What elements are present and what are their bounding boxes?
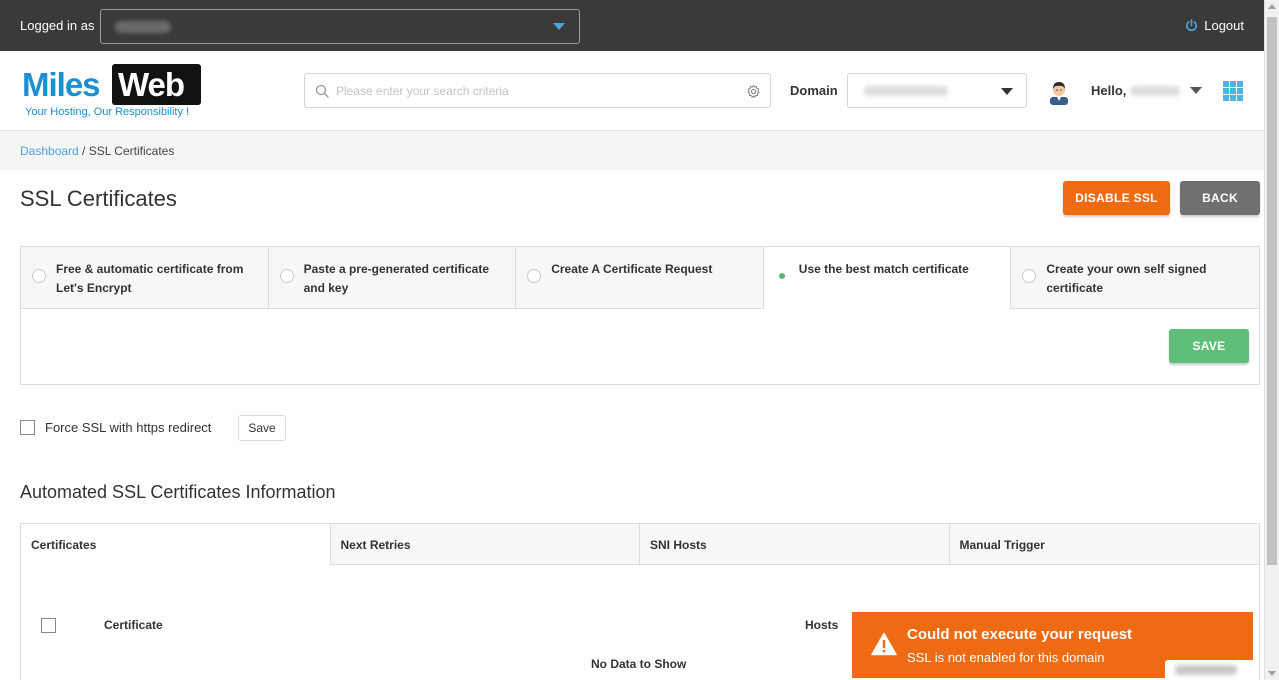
- column-header-certificate: Certificate: [104, 618, 163, 632]
- option-label: Create A Certificate Request: [551, 262, 713, 276]
- option-radio-selected[interactable]: [775, 269, 789, 283]
- toast-message: SSL is not enabled for this domain: [907, 650, 1105, 665]
- breadcrumb-dashboard-link[interactable]: Dashboard: [20, 144, 79, 158]
- breadcrumb: Dashboard / SSL Certificates: [20, 144, 174, 158]
- option-certificate-request[interactable]: Create A Certificate Request: [516, 247, 764, 309]
- account-name-redacted: [115, 21, 171, 33]
- option-radio[interactable]: [279, 269, 294, 283]
- search-input[interactable]: [336, 80, 736, 102]
- tab-certificates[interactable]: Certificates: [21, 524, 331, 565]
- empty-table-message: No Data to Show: [591, 657, 687, 671]
- force-ssl-checkbox[interactable]: [20, 420, 35, 435]
- option-paste-certificate[interactable]: Paste a pre-generated certificate and ke…: [268, 247, 517, 309]
- toast-overlay-redacted: [1165, 660, 1253, 678]
- force-ssl-label: Force SSL with https redirect: [45, 420, 212, 435]
- breadcrumb-bar: Dashboard / SSL Certificates: [0, 131, 1264, 170]
- option-label: Use the best match certificate: [798, 262, 969, 276]
- logged-in-label: Logged in as: [20, 18, 95, 33]
- domain-label: Domain: [790, 83, 838, 98]
- page-scrollbar[interactable]: [1264, 0, 1279, 680]
- option-radio[interactable]: [32, 269, 46, 283]
- scroll-up-icon[interactable]: [1268, 4, 1276, 9]
- logo-text-web: Web: [118, 66, 185, 103]
- option-radio[interactable]: [527, 269, 542, 283]
- automated-ssl-tabs: Certificates Next Retries SNI Hosts Manu…: [21, 524, 1259, 565]
- option-self-signed[interactable]: Create your own self signed certificate: [1011, 247, 1259, 309]
- apps-grid-icon[interactable]: [1223, 81, 1243, 101]
- tab-manual-trigger[interactable]: Manual Trigger: [949, 524, 1259, 565]
- logo-tagline: Your Hosting, Our Responsibility !: [25, 106, 190, 118]
- option-lets-encrypt[interactable]: Free & automatic certificate from Let's …: [21, 247, 269, 309]
- top-bar: Logged in as Logout: [0, 0, 1264, 51]
- force-ssl-save-button[interactable]: Save: [238, 415, 286, 441]
- toast-title: Could not execute your request: [907, 626, 1133, 643]
- warning-icon: [871, 632, 897, 656]
- back-button[interactable]: BACK: [1180, 181, 1260, 215]
- user-name-redacted: [1130, 86, 1180, 96]
- header: Miles Web Your Hosting, Our Responsibili…: [0, 51, 1264, 131]
- gear-icon[interactable]: [746, 84, 761, 99]
- certificate-option-tabs: Free & automatic certificate from Let's …: [21, 247, 1259, 309]
- search-icon: [315, 84, 329, 98]
- power-icon: [1186, 19, 1198, 32]
- error-toast[interactable]: Could not execute your request SSL is no…: [852, 612, 1253, 678]
- option-best-match[interactable]: Use the best match certificate: [763, 247, 1012, 309]
- avatar-icon[interactable]: [1047, 79, 1071, 105]
- disable-ssl-button[interactable]: DISABLE SSL: [1063, 181, 1170, 215]
- certificate-options-panel: Free & automatic certificate from Let's …: [20, 246, 1260, 385]
- option-label: Free & automatic certificate from Let's …: [56, 262, 244, 295]
- chevron-down-icon: [1001, 88, 1013, 95]
- search-box: [304, 73, 771, 108]
- option-label: Paste a pre-generated certificate and ke…: [303, 262, 490, 295]
- user-menu-chevron-icon[interactable]: [1190, 87, 1202, 94]
- hello-label: Hello,: [1091, 83, 1127, 98]
- tab-sni-hosts[interactable]: SNI Hosts: [640, 524, 950, 565]
- account-select[interactable]: [100, 9, 580, 44]
- scroll-down-icon[interactable]: [1268, 671, 1276, 676]
- domain-name-redacted: [864, 86, 948, 96]
- select-all-checkbox[interactable]: [41, 618, 56, 633]
- logo[interactable]: Miles Web Your Hosting, Our Responsibili…: [22, 64, 202, 120]
- logo-text-miles: Miles: [22, 66, 101, 103]
- scroll-thumb[interactable]: [1267, 17, 1277, 565]
- option-label: Create your own self signed certificate: [1046, 262, 1207, 295]
- breadcrumb-current: SSL Certificates: [88, 144, 175, 158]
- section-title: Automated SSL Certificates Information: [20, 482, 336, 502]
- chevron-down-icon: [553, 23, 565, 30]
- tab-next-retries[interactable]: Next Retries: [330, 524, 640, 565]
- save-button[interactable]: SAVE: [1169, 329, 1249, 363]
- page-title: SSL Certificates: [20, 186, 177, 211]
- column-header-hosts: Hosts: [805, 618, 839, 632]
- logout-link[interactable]: Logout: [1185, 18, 1244, 33]
- option-radio[interactable]: [1022, 269, 1037, 283]
- logout-label: Logout: [1204, 18, 1244, 33]
- domain-select[interactable]: [847, 73, 1027, 108]
- breadcrumb-separator: /: [78, 144, 89, 158]
- force-ssl-row: Force SSL with https redirect: [20, 420, 211, 435]
